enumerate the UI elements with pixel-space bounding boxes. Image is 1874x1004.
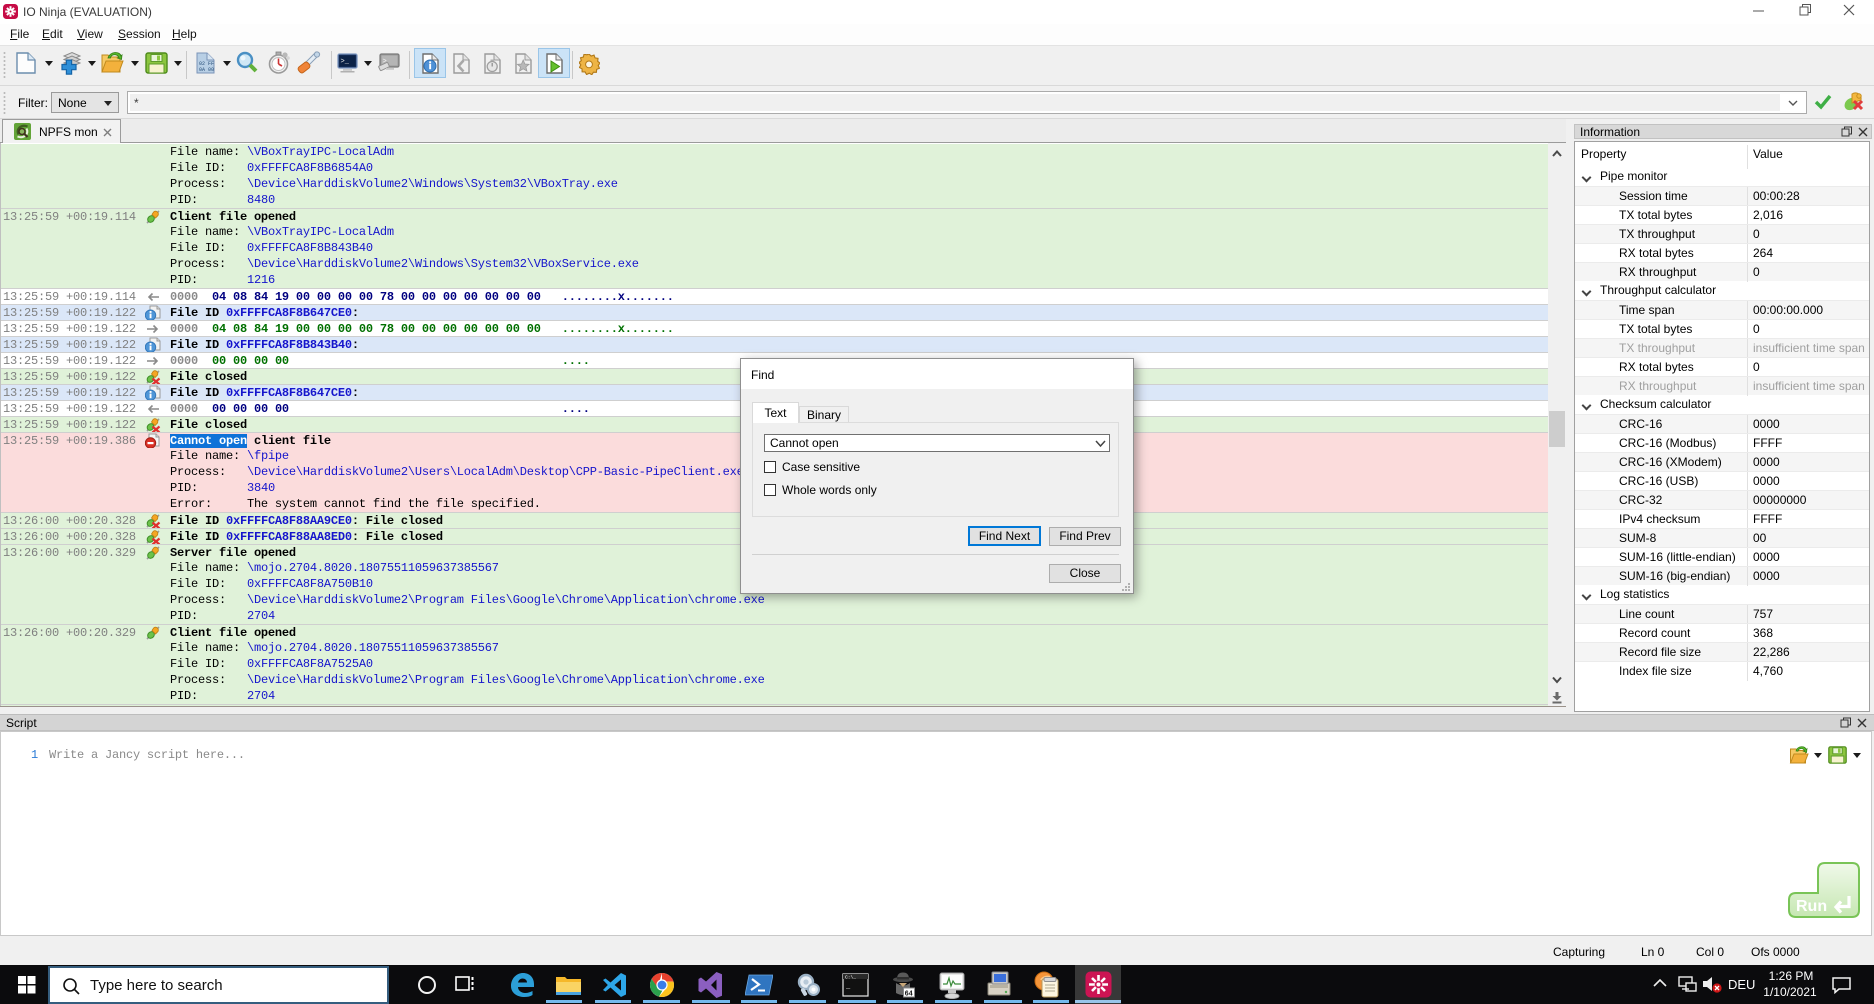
svg-text:0A 00: 0A 00 <box>199 67 214 73</box>
svg-text:C:\_: C:\_ <box>845 975 856 981</box>
svg-text:64: 64 <box>905 990 913 997</box>
svg-text:Run: Run <box>1796 898 1827 915</box>
svg-text:>_: >_ <box>341 58 350 66</box>
svg-text:_: _ <box>845 983 851 991</box>
